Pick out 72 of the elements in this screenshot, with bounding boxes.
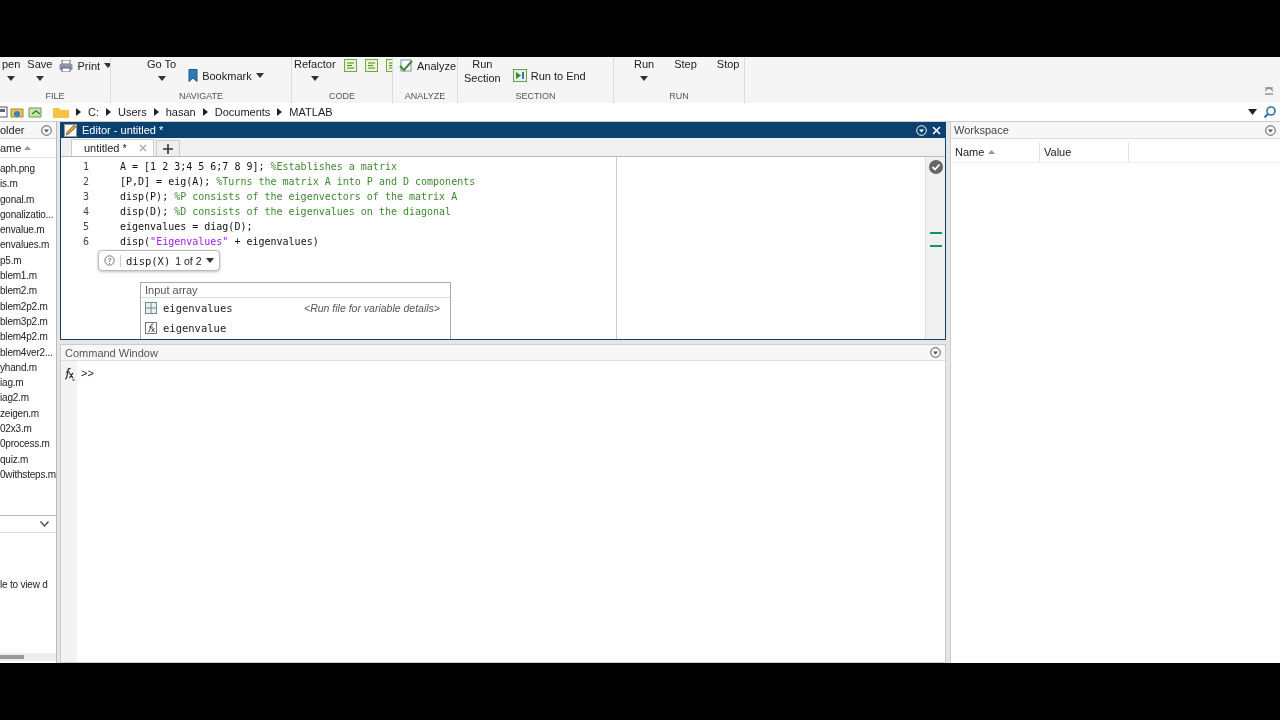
path-segment[interactable]: Users xyxy=(118,106,147,118)
command-prompt[interactable]: >> xyxy=(81,367,94,379)
path-segment[interactable]: hasan xyxy=(165,106,196,118)
file-item[interactable]: iag.m xyxy=(0,375,56,391)
file-item[interactable]: blem3p2.m xyxy=(0,313,56,330)
toolstrip-button[interactable]: Step xyxy=(672,57,699,89)
toolstrip-button[interactable]: Run Section xyxy=(462,57,503,89)
code-line: A = [1 2 3;4 5 6;7 8 9]; %Establishes a matrix xyxy=(120,160,397,174)
section-label: SECTION xyxy=(514,90,557,103)
section-label: FILE xyxy=(44,90,66,103)
panel-title: Editor - untitled * xyxy=(82,124,164,136)
file-item[interactable]: blem2.m xyxy=(0,283,56,299)
toolstrip-button[interactable]: Print xyxy=(57,58,110,73)
path-segment[interactable]: C: xyxy=(88,106,99,118)
section-label: ANALYZE xyxy=(403,90,447,103)
toolstrip-button[interactable]: Bookmark xyxy=(186,68,266,83)
section-label: RUN xyxy=(668,90,690,103)
toolstrip-button[interactable]: Analyze xyxy=(397,58,457,73)
details-message: le to view d xyxy=(0,579,49,590)
file-item[interactable]: yhand.m xyxy=(0,359,56,376)
code-line: eigenvalues = diag(D); xyxy=(120,220,253,234)
file-item[interactable]: blem2p2.m xyxy=(0,298,56,314)
completion-item[interactable]: eigenvalue xyxy=(141,318,450,338)
code-line: disp(P); %P consists of the eigenvectors of the matrix A xyxy=(120,190,458,204)
column-header[interactable]: ame xyxy=(0,142,22,154)
line-number: 3 xyxy=(81,190,89,204)
file-item[interactable]: blem4ver2... xyxy=(0,344,56,360)
file-item[interactable]: 0process.m xyxy=(0,436,56,452)
code-line: disp(D); %D consists of the eigenvalues on the diagonal xyxy=(120,205,452,219)
file-item[interactable]: blem1.m xyxy=(0,268,56,284)
file-item[interactable]: quiz.m xyxy=(0,451,56,467)
completion-item[interactable]: eigenvalues <Run file for variable details> xyxy=(141,298,450,318)
completion-header: Input array xyxy=(141,283,450,298)
panel-title: Command Window xyxy=(65,346,158,359)
line-number: 2 xyxy=(81,175,89,189)
file-item[interactable]: is.m xyxy=(0,176,56,192)
file-item[interactable]: aph.png xyxy=(0,161,56,177)
toolstrip-button[interactable]: Save xyxy=(25,57,55,89)
section-label: NAVIGATE xyxy=(177,90,225,103)
line-number: 6 xyxy=(81,235,89,249)
section-label: CODE xyxy=(328,90,356,103)
file-item[interactable]: blem4p2.m xyxy=(0,329,56,345)
path-segment[interactable]: MATLAB xyxy=(289,106,333,118)
column-header[interactable]: Value xyxy=(1040,142,1129,162)
toolstrip-button[interactable]: Stop xyxy=(714,57,742,89)
line-number: 4 xyxy=(81,205,89,219)
toolstrip-button[interactable]: Refactor xyxy=(292,57,338,89)
file-item[interactable]: iag2.m xyxy=(0,390,56,406)
line-number: 1 xyxy=(81,160,89,174)
toolstrip-button[interactable]: pen xyxy=(0,57,23,89)
toolstrip-button[interactable]: Go To xyxy=(145,57,179,89)
panel-title: Workspace xyxy=(954,124,1009,136)
file-item[interactable]: gonal.m xyxy=(0,191,56,207)
file-item[interactable]: p5.m xyxy=(0,252,56,269)
path-segment[interactable]: Documents xyxy=(214,106,271,118)
file-item[interactable]: 0withsteps.m xyxy=(0,466,56,483)
line-number: 5 xyxy=(81,220,89,234)
column-header[interactable]: Name xyxy=(951,142,1040,162)
completion-detail: <Run file for variable details> xyxy=(304,302,440,314)
code-line: [P,D] = eig(A); %Turns the matrix A into P and D components xyxy=(120,175,476,189)
file-item[interactable]: envalue.m xyxy=(0,222,56,238)
signature-text: disp(X) xyxy=(120,254,171,267)
file-item[interactable]: envalues.m xyxy=(0,237,56,253)
file-tab[interactable]: untitled * xyxy=(71,139,154,156)
overload-selector[interactable]: 1 of 2 xyxy=(175,254,214,267)
toolstrip-button[interactable]: Run xyxy=(632,57,657,89)
toolstrip-button[interactable]: Run to End xyxy=(510,68,588,83)
file-item[interactable]: gonalizatio... xyxy=(0,206,56,223)
code-line: disp("Eigenvalues" + eigenvalues) xyxy=(120,235,319,249)
panel-title: older xyxy=(0,124,25,136)
file-item[interactable]: zeigen.m xyxy=(0,405,56,422)
file-item[interactable]: 02x3.m xyxy=(0,421,56,437)
